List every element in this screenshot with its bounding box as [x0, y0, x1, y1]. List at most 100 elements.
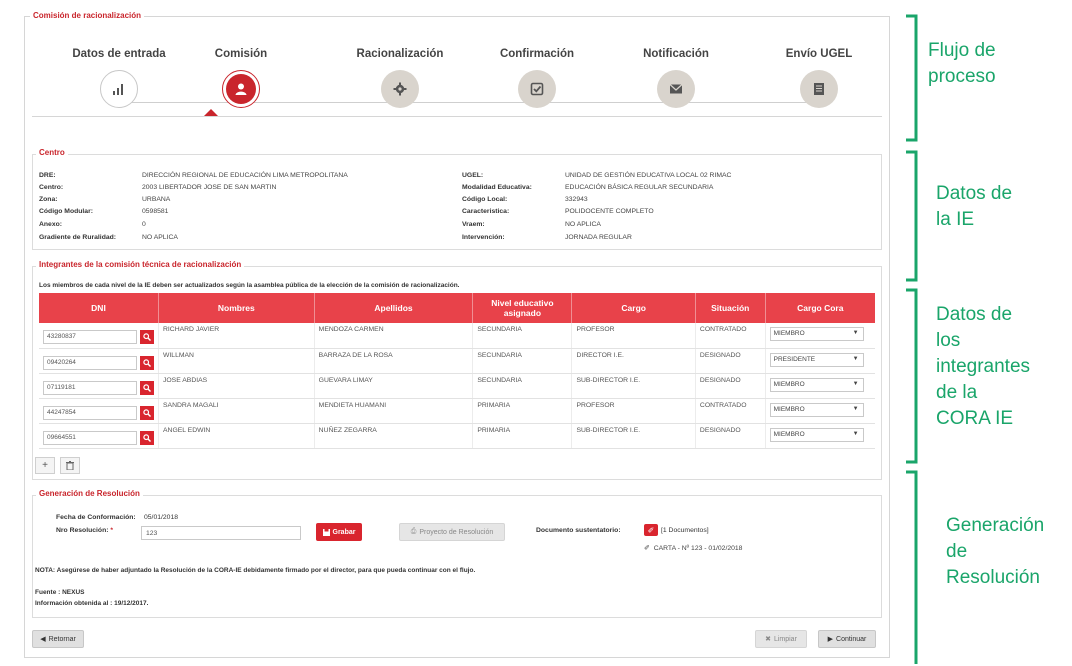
- dni-input[interactable]: 09664551: [43, 430, 137, 445]
- step-notificacion[interactable]: Notificación: [621, 46, 731, 108]
- centro-value: 2003 LIBERTADOR JOSE DE SAN MARTIN: [142, 184, 277, 191]
- situacion-cell: DESIGNADO: [695, 348, 766, 374]
- table-row: 09420264 WILLMAN BARRAZA DE LA ROSA SECUNDA…: [39, 348, 875, 374]
- chevron-down-icon: ▼: [852, 380, 859, 387]
- panel-title: Comisión de racionalización: [30, 11, 145, 20]
- dni-input[interactable]: 44247854: [43, 405, 137, 420]
- dni-input[interactable]: 43280837: [43, 330, 137, 344]
- caracteristica-label: Caracteristica:: [462, 208, 510, 215]
- grabar-button[interactable]: Grabar: [316, 523, 362, 541]
- bar-chart-icon: [100, 70, 138, 108]
- gear-icon: [381, 70, 419, 108]
- cargo-cora-select[interactable]: MIEMBRO ▼: [769, 327, 864, 341]
- step-label: Envío UGEL: [785, 48, 853, 60]
- resolucion-title: Generación de Resolución: [36, 489, 143, 498]
- cargo-cora-select[interactable]: MIEMBRO ▼: [769, 427, 864, 442]
- intervencion-value: JORNADA REGULAR: [565, 234, 632, 241]
- apellidos-cell: GUEVARA LIMAY: [314, 373, 474, 399]
- retornar-button[interactable]: ◀ Retornar: [32, 630, 84, 648]
- modalidad-label: Modalidad Educativa:: [462, 184, 532, 191]
- dni-input[interactable]: 09420264: [43, 355, 137, 370]
- step-comision[interactable]: Comisión: [186, 46, 296, 108]
- situacion-cell: DESIGNADO: [695, 373, 766, 399]
- fuente-text: Fuente : NEXUS: [35, 589, 85, 596]
- search-button[interactable]: [140, 430, 154, 445]
- annotation-braces: [906, 14, 918, 664]
- cargo-cell: DIRECTOR I.E.: [571, 348, 696, 374]
- nombres-cell: WILLMAN: [158, 348, 315, 374]
- cargo-cora-select[interactable]: MIEMBRO ▼: [769, 377, 864, 392]
- col-nivel: Nivel educativo asignado: [472, 293, 573, 323]
- step-datos-entrada[interactable]: Datos de entrada: [64, 46, 174, 108]
- paperclip-icon: ✐: [644, 545, 650, 552]
- step-envio-ugel[interactable]: Envío UGEL: [764, 46, 874, 108]
- plus-icon: +: [42, 460, 48, 471]
- apellidos-cell: NUÑEZ ZEGARRA: [314, 423, 474, 449]
- continuar-button[interactable]: ▶ Continuar: [818, 630, 876, 648]
- nombres-cell: RICHARD JAVIER: [158, 323, 315, 349]
- documento-label: Documento sustentatorio:: [536, 527, 621, 534]
- vraem-value: NO APLICA: [565, 221, 601, 228]
- centro-title: Centro: [36, 148, 68, 157]
- limpiar-button[interactable]: ✖ Limpiar: [755, 630, 807, 648]
- intervencion-label: Intervención:: [462, 234, 505, 241]
- annotation-generacion: Generación de Resolución: [946, 515, 1045, 588]
- nombres-cell: JOSE ABDIAS: [158, 373, 315, 399]
- situacion-cell: DESIGNADO: [695, 423, 766, 449]
- step-confirmacion[interactable]: Confirmación: [482, 46, 592, 108]
- dre-label: DRE:: [39, 172, 56, 179]
- nivel-cell: SECUNDARIA: [472, 348, 573, 374]
- codigo-local-label: Código Local:: [462, 196, 508, 203]
- col-cargo-cora: Cargo Cora: [765, 293, 875, 323]
- col-cargo: Cargo: [571, 293, 696, 323]
- annotation-datos-integrantes: Datos de los integrantes de la CORA IE: [936, 304, 1031, 429]
- situacion-cell: CONTRATADO: [695, 398, 766, 424]
- dre-value: DIRECCIÓN REGIONAL DE EDUCACIÓN LIMA MET…: [142, 172, 348, 179]
- document-icon: [800, 70, 838, 108]
- brace-datos-integrantes: [906, 288, 918, 464]
- proyecto-resolucion-button[interactable]: ⎙ Proyecto de Resolución: [399, 523, 505, 541]
- codigo-modular-label: Código Modular:: [39, 208, 93, 215]
- search-button[interactable]: [140, 380, 154, 395]
- cargo-cell: SUB-DIRECTOR I.E.: [571, 423, 696, 449]
- fecha-value: 05/01/2018: [144, 514, 179, 521]
- dni-input[interactable]: 07119181: [43, 380, 137, 395]
- integrantes-title: Integrantes de la comisión técnica de ra…: [36, 260, 245, 269]
- search-icon: [143, 408, 151, 417]
- brace-generacion: [906, 470, 918, 664]
- cargo-cora-select[interactable]: PRESIDENTE ▼: [769, 352, 864, 367]
- zona-label: Zona:: [39, 196, 58, 203]
- search-icon: [143, 358, 151, 367]
- step-racionalizacion[interactable]: Racionalización: [345, 46, 455, 108]
- chevron-down-icon: ▼: [852, 405, 859, 412]
- arrow-right-icon: ▶: [827, 636, 834, 643]
- cargo-cell: SUB-DIRECTOR I.E.: [571, 373, 696, 399]
- document-file-link[interactable]: ✐ CARTA - Nº 123 - 01/02/2018: [644, 544, 742, 552]
- trash-icon: [66, 461, 74, 470]
- apellidos-cell: MENDOZA CARMEN: [314, 323, 474, 349]
- chevron-down-icon: ▼: [852, 330, 859, 336]
- delete-row-button[interactable]: [60, 457, 80, 474]
- step-label: Datos de entrada: [72, 48, 166, 60]
- attach-document-button[interactable]: ✐: [644, 524, 658, 536]
- cargo-cora-select[interactable]: MIEMBRO ▼: [769, 402, 864, 417]
- table-row: 44247854 SANDRA MAGALI MENDIETA HUAMANI PRI…: [39, 398, 875, 424]
- codigo-modular-value: 0598581: [142, 208, 169, 215]
- search-button[interactable]: [140, 330, 154, 344]
- arrow-left-icon: ◀: [40, 636, 46, 643]
- step-label: Comisión: [214, 48, 268, 60]
- document-count: [1 Documentos]: [661, 527, 709, 534]
- search-button[interactable]: [140, 355, 154, 370]
- caracteristica-value: POLIDOCENTE COMPLETO: [565, 208, 654, 215]
- nro-resolucion-input[interactable]: 123: [141, 526, 301, 540]
- col-nombres: Nombres: [158, 293, 315, 323]
- cargo-cell: PROFESOR: [571, 323, 696, 349]
- ugel-label: UGEL:: [462, 172, 484, 179]
- search-button[interactable]: [140, 405, 154, 420]
- add-row-button[interactable]: +: [35, 457, 55, 474]
- save-icon: [322, 528, 330, 536]
- col-situacion: Situación: [695, 293, 766, 323]
- gradiente-value: NO APLICA: [142, 234, 178, 241]
- envelope-icon: [657, 70, 695, 108]
- apellidos-cell: MENDIETA HUAMANI: [314, 398, 474, 424]
